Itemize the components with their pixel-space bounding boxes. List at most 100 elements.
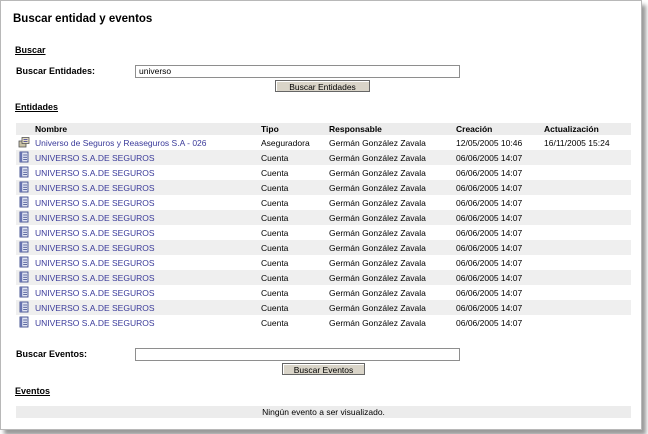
entity-type: Cuenta <box>261 257 289 268</box>
row-icon-cell <box>16 135 33 150</box>
entity-name-link[interactable]: UNIVERSO S.A.DE SEGUROS <box>33 150 259 165</box>
entity-name-link[interactable]: UNIVERSO S.A.DE SEGUROS <box>33 300 259 315</box>
col-tipo-header[interactable]: Tipo <box>259 123 327 135</box>
entity-created: 06/06/2005 14:07 <box>454 300 542 315</box>
entity-updated <box>542 255 631 270</box>
entity-type: Cuenta <box>259 150 327 165</box>
entity-type: Aseguradora <box>261 137 310 148</box>
account-book-icon <box>18 301 30 315</box>
entity-updated <box>542 285 631 300</box>
entity-updated <box>542 270 631 285</box>
app-window: Buscar entidad y eventos Buscar Buscar E… <box>0 0 642 430</box>
entity-updated <box>542 210 631 225</box>
entity-name-link[interactable]: UNIVERSO S.A.DE SEGUROS <box>33 225 259 240</box>
entity-name-link[interactable]: UNIVERSO S.A.DE SEGUROS <box>33 165 259 180</box>
search-entities-button[interactable]: Buscar Entidades <box>275 80 370 92</box>
account-book-icon <box>18 181 30 195</box>
entities-table-header: Nombre Tipo Responsable Creación Actuali… <box>16 123 631 135</box>
events-section-title: Eventos <box>15 386 51 396</box>
row-icon-cell <box>16 315 33 330</box>
row-icon-cell <box>16 165 33 180</box>
entity-updated <box>542 315 631 330</box>
table-row: UNIVERSO S.A.DE SEGUROS Cuenta Germán Gonz… <box>16 195 631 210</box>
account-book-icon <box>18 286 30 300</box>
search-section-title: Buscar <box>15 45 46 55</box>
entity-name-link[interactable]: UNIVERSO S.A.DE SEGUROS <box>33 255 259 270</box>
entity-updated <box>542 240 631 255</box>
entity-owner: Germán González Zavala <box>329 167 426 178</box>
row-icon-cell <box>16 150 33 165</box>
account-book-icon <box>18 241 30 255</box>
account-book-icon <box>18 166 30 180</box>
row-icon-cell <box>16 270 33 285</box>
entity-owner: Germán González Zavala <box>327 150 454 165</box>
entity-created: 06/06/2005 14:07 <box>454 240 542 255</box>
entity-owner: Germán González Zavala <box>329 137 426 148</box>
entity-type: Cuenta <box>261 197 289 208</box>
search-entities-label: Buscar Entidades: <box>16 66 96 76</box>
search-events-input[interactable] <box>135 348 460 361</box>
entity-created: 06/06/2005 14:07 <box>454 210 542 225</box>
entity-type: Cuenta <box>259 210 327 225</box>
entity-created: 06/06/2005 14:07 <box>456 197 523 208</box>
page-title: Buscar entidad y eventos <box>13 13 153 25</box>
row-icon-cell <box>16 225 33 240</box>
entity-created: 12/05/2005 10:46 <box>456 137 523 148</box>
account-book-icon <box>18 196 30 210</box>
table-row: UNIVERSO S.A.DE SEGUROS Cuenta Germán Gonz… <box>16 210 631 225</box>
entity-owner: Germán González Zavala <box>327 240 454 255</box>
row-icon-cell <box>16 240 33 255</box>
entity-name-link[interactable]: UNIVERSO S.A.DE SEGUROS <box>33 195 259 210</box>
entity-type: Cuenta <box>261 167 289 178</box>
entity-created: 06/06/2005 14:07 <box>456 167 523 178</box>
entity-created: 06/06/2005 14:07 <box>456 317 523 328</box>
row-icon-cell <box>16 195 33 210</box>
account-book-icon <box>18 151 30 165</box>
search-entities-input[interactable] <box>135 65 460 78</box>
table-row: UNIVERSO S.A.DE SEGUROS Cuenta Germán Gonz… <box>16 270 631 285</box>
entity-name-link[interactable]: UNIVERSO S.A.DE SEGUROS <box>33 270 259 285</box>
entity-name-link[interactable]: UNIVERSO S.A.DE SEGUROS <box>33 285 259 300</box>
col-icon-header <box>16 123 33 135</box>
entity-updated <box>542 225 631 240</box>
table-row: UNIVERSO S.A.DE SEGUROS Cuenta Germán Gonz… <box>16 165 631 180</box>
entity-updated <box>542 180 631 195</box>
entity-name-link[interactable]: UNIVERSO S.A.DE SEGUROS <box>33 210 259 225</box>
entity-created: 06/06/2005 14:07 <box>456 287 523 298</box>
entity-owner: Germán González Zavala <box>329 287 426 298</box>
col-creacion-header[interactable]: Creación <box>454 123 542 135</box>
col-responsable-header[interactable]: Responsable <box>327 123 454 135</box>
entity-created: 06/06/2005 14:07 <box>454 180 542 195</box>
entity-updated <box>542 300 631 315</box>
entity-name-link[interactable]: UNIVERSO S.A.DE SEGUROS <box>33 315 259 330</box>
entity-type: Cuenta <box>261 287 289 298</box>
account-book-icon <box>18 271 30 285</box>
row-icon-cell <box>16 180 33 195</box>
entity-type: Cuenta <box>259 240 327 255</box>
col-nombre-header[interactable]: Nombre <box>33 123 259 135</box>
table-row: UNIVERSO S.A.DE SEGUROS Cuenta Germán Gonz… <box>16 315 631 330</box>
company-icon <box>18 136 30 150</box>
search-events-button[interactable]: Buscar Eventos <box>282 363 365 375</box>
entity-updated <box>542 150 631 165</box>
entity-updated <box>542 195 631 210</box>
table-row: UNIVERSO S.A.DE SEGUROS Cuenta Germán Gonz… <box>16 180 631 195</box>
entity-name-link[interactable]: Universo de Seguros y Reaseguros S.A - 0… <box>33 135 259 150</box>
entity-owner: Germán González Zavala <box>327 210 454 225</box>
account-book-icon <box>18 316 30 330</box>
row-icon-cell <box>16 300 33 315</box>
table-row: UNIVERSO S.A.DE SEGUROS Cuenta Germán Gonz… <box>16 285 631 300</box>
col-actualizacion-header[interactable]: Actualización <box>542 123 631 135</box>
entities-section-title: Entidades <box>15 102 59 112</box>
entity-owner: Germán González Zavala <box>329 257 426 268</box>
account-book-icon <box>18 256 30 270</box>
entity-name-link[interactable]: UNIVERSO S.A.DE SEGUROS <box>33 180 259 195</box>
row-icon-cell <box>16 255 33 270</box>
entity-owner: Germán González Zavala <box>329 197 426 208</box>
entity-name-link[interactable]: UNIVERSO S.A.DE SEGUROS <box>33 240 259 255</box>
account-book-icon <box>18 226 30 240</box>
entity-created: 06/06/2005 14:07 <box>454 270 542 285</box>
entity-owner: Germán González Zavala <box>329 227 426 238</box>
entity-owner: Germán González Zavala <box>327 300 454 315</box>
table-row: UNIVERSO S.A.DE SEGUROS Cuenta Germán Gonz… <box>16 150 631 165</box>
